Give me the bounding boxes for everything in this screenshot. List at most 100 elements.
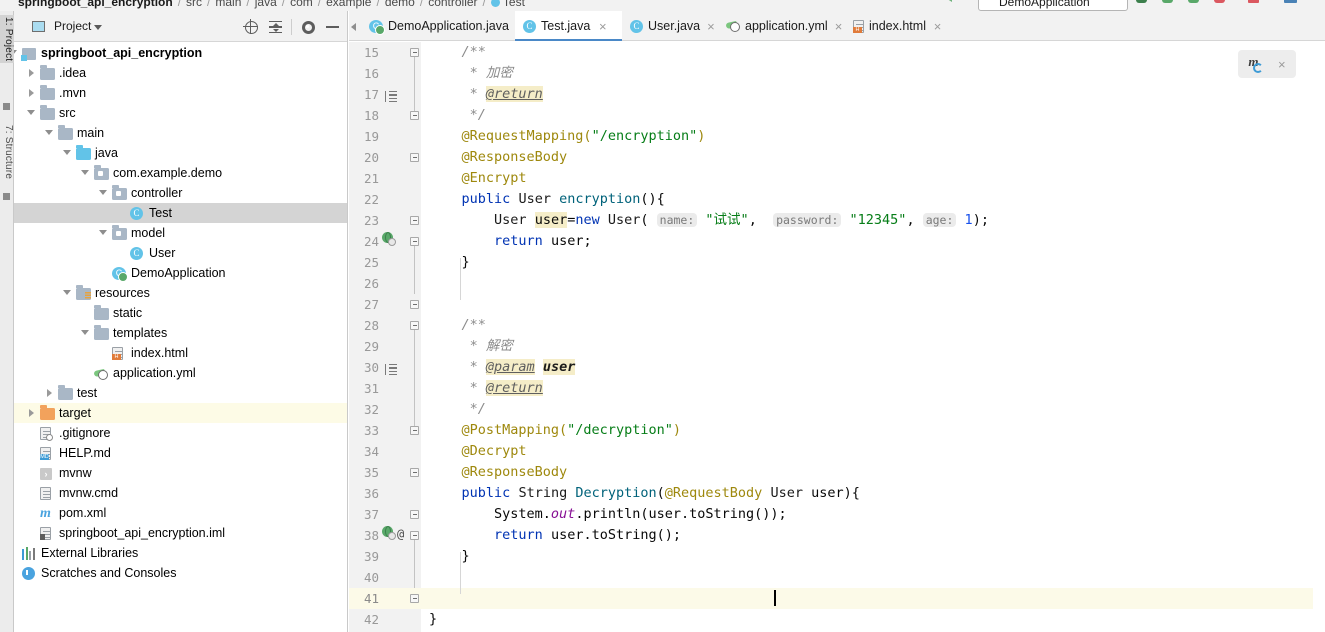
code-line-28[interactable]: 28 /** bbox=[349, 315, 1325, 336]
fold-marker-line-18[interactable] bbox=[410, 111, 419, 120]
tool-tab-project[interactable]: 1: Project bbox=[0, 15, 14, 63]
chevron-down-icon[interactable] bbox=[26, 103, 38, 123]
tree-item-user[interactable]: CUser bbox=[14, 243, 347, 263]
collapse-all-button[interactable] bbox=[264, 17, 286, 37]
tree-item-mvnw-cmd[interactable]: mvnw.cmd bbox=[14, 483, 347, 503]
code-line-23[interactable]: 23 User user=new User( name: "试试", passw… bbox=[349, 210, 1325, 231]
code-line-31[interactable]: 31 * @return bbox=[349, 378, 1325, 399]
code-line-33[interactable]: 33 @PostMapping("/decryption") bbox=[349, 420, 1325, 441]
tree-item--idea[interactable]: .idea bbox=[14, 63, 347, 83]
chevron-down-icon[interactable] bbox=[98, 183, 110, 203]
maven-reload-popup[interactable]: m × bbox=[1238, 50, 1296, 78]
fold-marker-line-35[interactable] bbox=[410, 510, 419, 519]
editor-tab-user-java[interactable]: CUser.java× bbox=[622, 11, 718, 41]
breadcrumb-item-6[interactable]: demo bbox=[385, 0, 415, 9]
chevron-down-icon[interactable] bbox=[62, 143, 74, 163]
tree-item-springboot-api-encryption-iml[interactable]: springboot_api_encryption.iml bbox=[14, 523, 347, 543]
code-line-42[interactable]: 42} bbox=[349, 609, 1325, 630]
chevron-right-icon[interactable] bbox=[44, 383, 56, 403]
tree-item-model[interactable]: model bbox=[14, 223, 347, 243]
tree-item--gitignore[interactable]: .gitignore bbox=[14, 423, 347, 443]
fold-marker-line-22[interactable] bbox=[410, 237, 419, 246]
code-line-30[interactable]: 30 * @param user bbox=[349, 357, 1325, 378]
tree-item-demoapplication[interactable]: CDemoApplication bbox=[14, 263, 347, 283]
fold-marker-line-21[interactable] bbox=[410, 216, 419, 225]
tree-item-static[interactable]: static bbox=[14, 303, 347, 323]
run-configuration-selector[interactable]: DemoApplication bbox=[978, 0, 1128, 11]
close-icon[interactable]: × bbox=[933, 20, 942, 33]
run-endpoint-gutter-icon-36[interactable] bbox=[382, 526, 396, 540]
editor-tab-index-html[interactable]: Hindex.html× bbox=[845, 11, 948, 41]
select-opened-file-button[interactable] bbox=[240, 17, 262, 37]
code-line-17[interactable]: 17 * @return bbox=[349, 84, 1325, 105]
code-line-37[interactable]: 37 System.out.println(user.toString()); bbox=[349, 504, 1325, 525]
tree-item-target[interactable]: target bbox=[14, 403, 347, 423]
tree-item-help-md[interactable]: MDHELP.md bbox=[14, 443, 347, 463]
breadcrumb-item-1[interactable]: src bbox=[186, 0, 202, 9]
code-line-16[interactable]: 16 * 加密 bbox=[349, 63, 1325, 84]
tab-scroll-left-icon[interactable] bbox=[351, 23, 356, 31]
tree-item-src[interactable]: src bbox=[14, 103, 347, 123]
maven-reload-icon[interactable]: m bbox=[1248, 56, 1265, 72]
tool-tab-structure[interactable]: 7: Structure bbox=[0, 123, 14, 181]
code-line-32[interactable]: 32 */ bbox=[349, 399, 1325, 420]
run-button[interactable] bbox=[1136, 0, 1147, 3]
editor-marker-column[interactable] bbox=[1313, 73, 1325, 632]
fold-marker-line-33[interactable] bbox=[410, 468, 419, 477]
chevron-right-icon[interactable] bbox=[26, 403, 38, 423]
debug-button[interactable] bbox=[1162, 0, 1173, 3]
fold-marker-line-15[interactable] bbox=[410, 48, 419, 57]
editor-tab-application-yml[interactable]: application.yml× bbox=[718, 11, 845, 41]
profile-button[interactable] bbox=[1214, 0, 1225, 3]
project-settings-button[interactable] bbox=[297, 17, 319, 37]
code-line-22[interactable]: 22 public User encryption(){ bbox=[349, 189, 1325, 210]
tree-item-main[interactable]: main bbox=[14, 123, 347, 143]
breadcrumb-item-7[interactable]: controller bbox=[428, 0, 477, 9]
tree-item-templates[interactable]: templates bbox=[14, 323, 347, 343]
tree-item-pom-xml[interactable]: mpom.xml bbox=[14, 503, 347, 523]
tree-item-application-yml[interactable]: application.yml bbox=[14, 363, 347, 383]
code-line-19[interactable]: 19 @RequestMapping("/encryption") bbox=[349, 126, 1325, 147]
tree-item-mvnw[interactable]: ›mvnw bbox=[14, 463, 347, 483]
tree-item-com-example-demo[interactable]: com.example.demo bbox=[14, 163, 347, 183]
breadcrumb-item-3[interactable]: java bbox=[255, 0, 277, 9]
tree-item-test[interactable]: CTest bbox=[14, 203, 347, 223]
breadcrumb-item-8[interactable]: Test bbox=[503, 0, 525, 9]
code-line-38[interactable]: 38 return user.toString(); bbox=[349, 525, 1325, 546]
code-line-20[interactable]: 20 @ResponseBody bbox=[349, 147, 1325, 168]
code-line-15[interactable]: 15 /** bbox=[349, 42, 1325, 63]
code-line-29[interactable]: 29 * 解密 bbox=[349, 336, 1325, 357]
fold-marker-line-25[interactable] bbox=[410, 300, 419, 309]
code-editor[interactable]: 15 /**16 * 加密17 * @return18 */19 @Reques… bbox=[349, 42, 1325, 632]
tree-item-scratches-and-consoles[interactable]: Scratches and Consoles bbox=[14, 563, 347, 583]
editor-tab-demoapplication-java[interactable]: CDemoApplication.java× bbox=[361, 11, 515, 41]
tree-item-external-libraries[interactable]: External Libraries bbox=[14, 543, 347, 563]
javadoc-gutter-icon-15[interactable] bbox=[385, 90, 397, 102]
javadoc-gutter-icon-28[interactable] bbox=[385, 363, 397, 375]
fold-marker-line-32[interactable] bbox=[410, 426, 419, 435]
breadcrumb-item-0[interactable]: springboot_api_encryption bbox=[18, 0, 173, 9]
run-endpoint-gutter-icon-22[interactable] bbox=[382, 232, 396, 246]
layout-button[interactable] bbox=[1284, 0, 1297, 3]
code-line-26[interactable]: 26 bbox=[349, 273, 1325, 294]
close-icon[interactable]: × bbox=[835, 20, 843, 33]
tree-item-springboot-api-encryption[interactable]: springboot_api_encryption bbox=[14, 43, 347, 63]
chevron-down-icon[interactable] bbox=[14, 43, 20, 63]
project-tree[interactable]: springboot_api_encryption.idea.mvnsrcmai… bbox=[14, 43, 347, 632]
chevron-right-icon[interactable] bbox=[26, 63, 38, 83]
chevron-down-icon[interactable] bbox=[62, 283, 74, 303]
chevron-down-icon[interactable] bbox=[80, 323, 92, 343]
fold-marker-line-28[interactable] bbox=[410, 321, 419, 330]
tree-item-test[interactable]: test bbox=[14, 383, 347, 403]
tree-item-index-html[interactable]: Hindex.html bbox=[14, 343, 347, 363]
code-line-24[interactable]: 24 return user; bbox=[349, 231, 1325, 252]
code-line-34[interactable]: 34 @Decrypt bbox=[349, 441, 1325, 462]
close-icon[interactable]: × bbox=[1278, 58, 1286, 71]
code-line-41[interactable]: 41 bbox=[349, 588, 1325, 609]
fold-marker-line-19[interactable] bbox=[410, 153, 419, 162]
tree-item-java[interactable]: java bbox=[14, 143, 347, 163]
run-prev-icon[interactable] bbox=[944, 0, 952, 2]
chevron-down-icon[interactable] bbox=[94, 25, 102, 30]
close-icon[interactable]: × bbox=[707, 20, 715, 33]
chevron-down-icon[interactable] bbox=[44, 123, 56, 143]
